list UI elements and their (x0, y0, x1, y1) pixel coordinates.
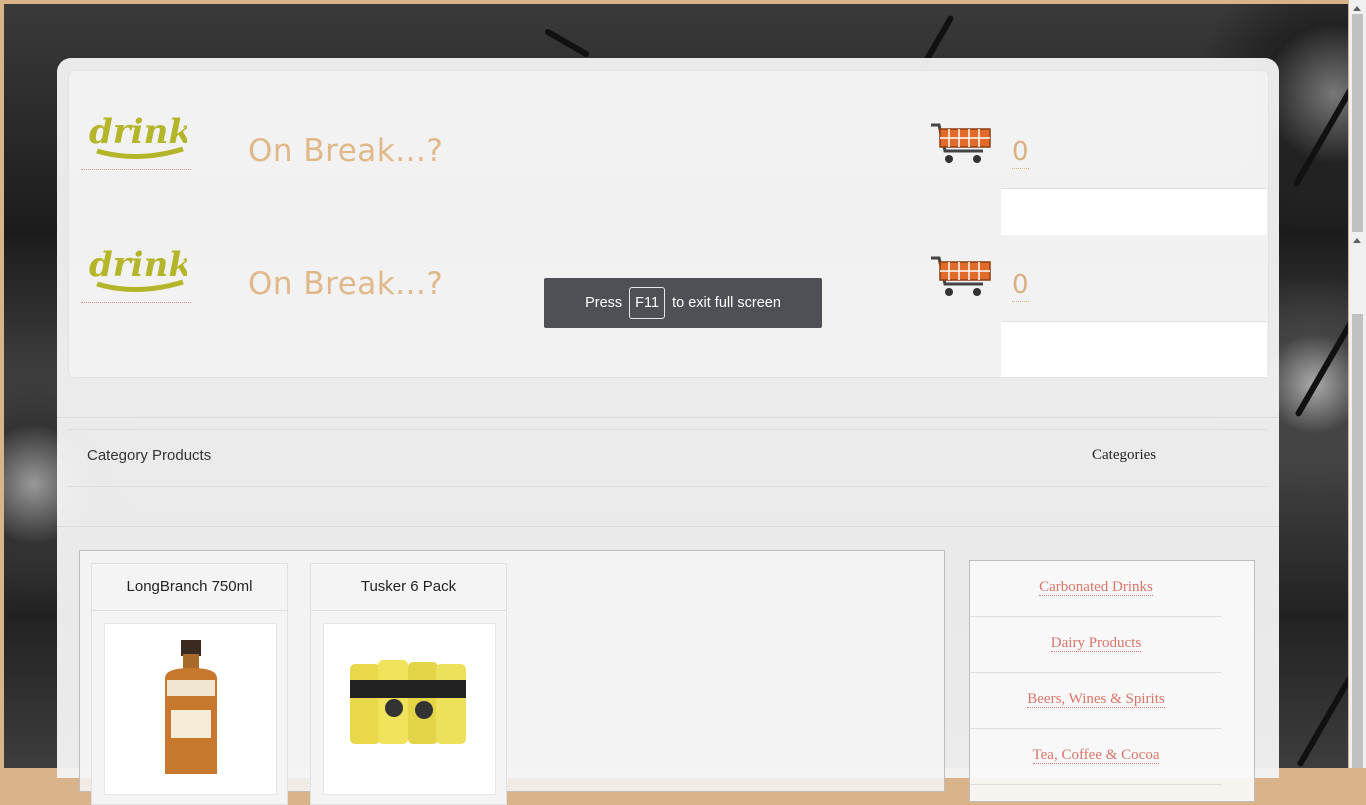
scroll-up-arrow-icon[interactable] (1353, 6, 1361, 11)
scroll-up-arrow-icon[interactable] (1353, 238, 1361, 243)
fullscreen-toast: Press F11 to exit full screen (544, 278, 822, 328)
logo-text: drinks (89, 245, 187, 285)
product-name[interactable]: LongBranch 750ml (92, 564, 287, 611)
divider (57, 417, 1279, 418)
scroll-thumb[interactable] (1352, 14, 1363, 232)
site-header: drinks On Break...? 0 drinks On Break...… (68, 70, 1269, 378)
beer-cans-image[interactable] (323, 623, 496, 795)
drinks-logo[interactable]: drinks (81, 89, 191, 170)
bottle-icon (165, 640, 217, 774)
cart-summary (1001, 188, 1267, 235)
shopping-cart-icon[interactable] (929, 254, 993, 300)
cans-icon (350, 660, 466, 744)
drinks-logo[interactable]: drinks (81, 222, 191, 303)
category-link[interactable]: Beers, Wines & Spirits (1027, 691, 1165, 708)
logo-text: drinks (89, 112, 187, 152)
main-panel: drinks On Break...? 0 drinks On Break...… (57, 58, 1279, 805)
product-grid: LongBranch 750ml Tusker 6 Pack (79, 550, 945, 805)
category-link[interactable]: Carbonated Drinks (1039, 579, 1153, 596)
shopping-cart-icon[interactable] (929, 121, 993, 167)
tagline: On Break...? (248, 266, 444, 302)
toast-suffix: to exit full screen (672, 295, 781, 311)
category-link[interactable]: Dairy Products (1050, 635, 1142, 652)
scroll-thumb[interactable] (1352, 314, 1363, 768)
category-item[interactable]: Beers, Wines & Spirits (970, 673, 1222, 729)
cart-summary (1001, 321, 1267, 377)
window-scrollbar[interactable] (1349, 0, 1366, 768)
category-list: Carbonated Drinks Dairy Products Beers, … (969, 560, 1255, 802)
product-card[interactable]: Tusker 6 Pack (310, 563, 507, 805)
category-item[interactable]: Carbonated Drinks (970, 561, 1222, 617)
drinks-logo-icon: drinks (89, 245, 187, 292)
section-title: Category Products (87, 447, 212, 464)
categories-heading: Categories (1092, 447, 1157, 463)
toast-key: F11 (629, 287, 666, 319)
cart-count[interactable]: 0 (1012, 270, 1029, 302)
cart-count[interactable]: 0 (1012, 137, 1029, 169)
product-card[interactable]: LongBranch 750ml (91, 563, 288, 805)
category-item[interactable]: Dairy Products (970, 617, 1222, 673)
tagline: On Break...? (248, 133, 444, 169)
drinks-logo-icon: drinks (89, 112, 187, 159)
toast-prefix: Press (585, 295, 623, 311)
category-link[interactable]: Tea, Coffee & Cocoa (1032, 747, 1160, 764)
section-header: Category Products Categories (68, 429, 1267, 487)
divider (57, 526, 1279, 527)
whiskey-bottle-image[interactable] (104, 623, 277, 795)
product-name[interactable]: Tusker 6 Pack (311, 564, 506, 611)
category-item[interactable]: Tea, Coffee & Cocoa (970, 729, 1222, 785)
